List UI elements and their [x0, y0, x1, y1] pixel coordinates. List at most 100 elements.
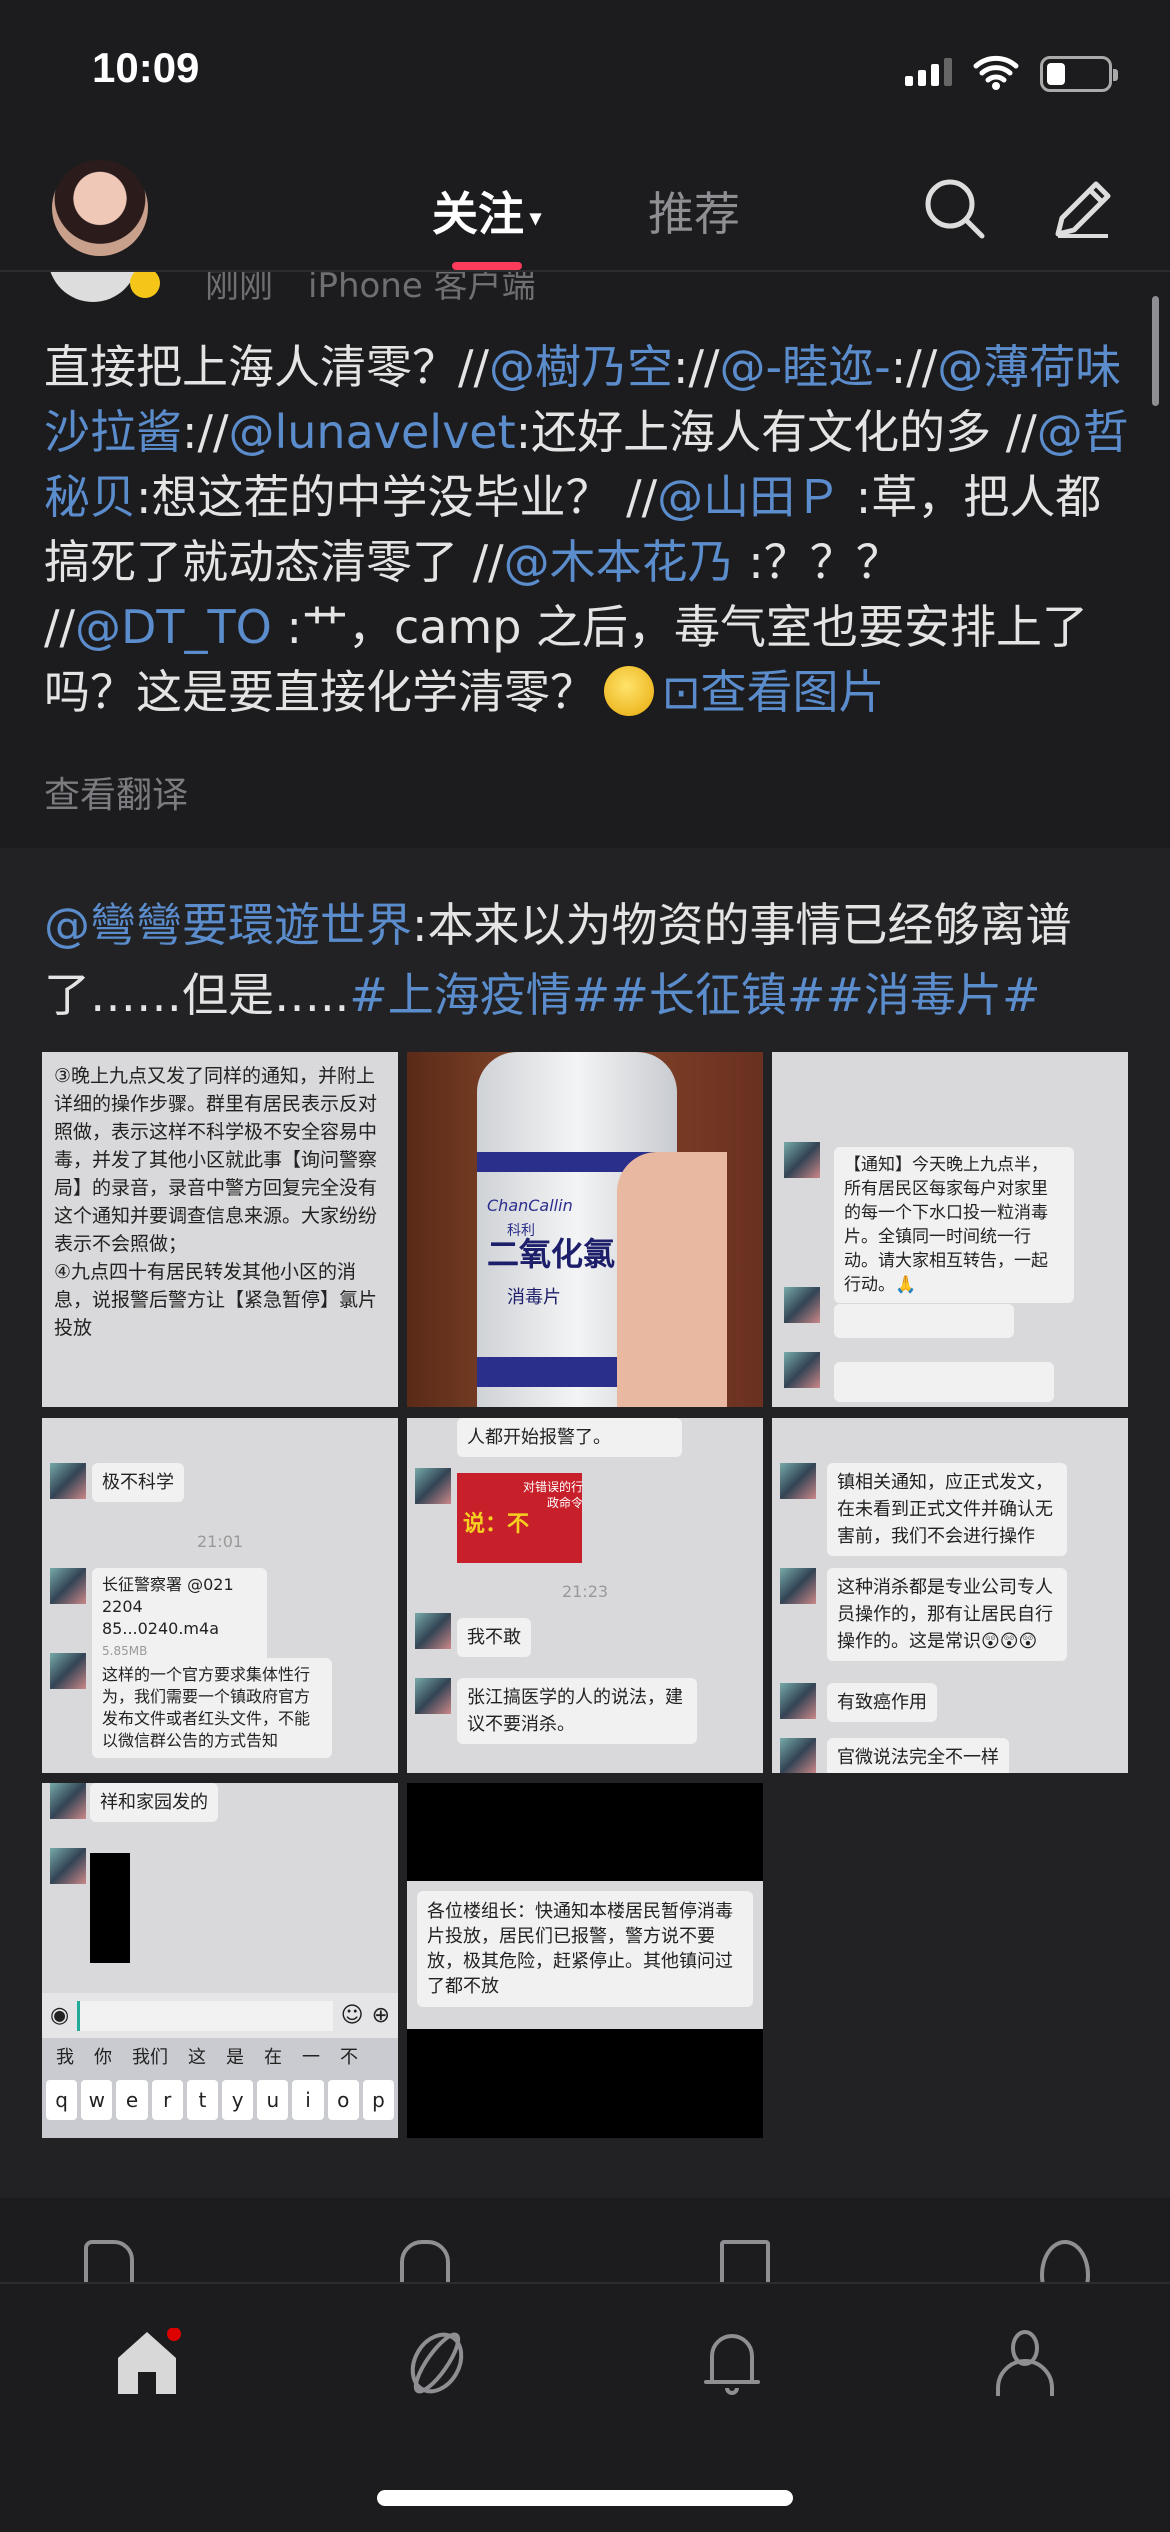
active-tab-indicator [452, 262, 522, 270]
mention-link[interactable]: @lunavelvet [229, 405, 516, 459]
mention-link[interactable]: @木本花乃 [504, 535, 734, 589]
keyboard: 我你我们这是在一不 qwertyuiop [42, 2038, 398, 2138]
tab-following-label: 关注 [432, 188, 524, 240]
tab-following[interactable]: 关注 ▾ [432, 178, 541, 244]
search-icon[interactable] [922, 176, 988, 242]
notice-text: 各位楼组长：快通知本楼居民暂停消毒片投放，居民们已报警，警方说不要放，极其危险，… [417, 1891, 753, 2007]
keyboard-key: e [116, 2080, 148, 2120]
mention-link[interactable]: @樹乃空 [489, 340, 673, 394]
bell-icon[interactable] [697, 2328, 767, 2398]
verified-badge-icon [130, 272, 160, 298]
top-nav: 关注 ▾ 推荐 [0, 140, 1170, 272]
keyboard-candidate: 一 [302, 2047, 320, 2068]
mention-link[interactable]: @彎彎要環遊世界 [44, 898, 412, 952]
chat-bubble: 我不敢 [457, 1618, 531, 1657]
keyboard-key: u [257, 2080, 289, 2120]
view-images-link[interactable]: ⊡查看图片 [662, 665, 885, 719]
chat-bubble: 祥和家园发的 [90, 1783, 218, 1822]
chat-bubble: 【通知】今天晚上九点半，所有居民区每家每户对家里的每一个下水口投一粒消毒片。全镇… [834, 1147, 1074, 1303]
signal-icon [905, 58, 952, 86]
chat-bubble: 有致癌作用 [827, 1683, 937, 1722]
repost-icon[interactable] [720, 2240, 770, 2282]
chat-bubble: 张江搞医学的人的说法，建议不要消杀。 [457, 1678, 697, 1744]
keyboard-candidate: 你 [94, 2047, 112, 2068]
keyboard-key: t [186, 2080, 219, 2120]
image-thumbnail[interactable]: ③晚上九点又发了同样的通知，并附上详细的操作步骤。群里有居民表示反对照做，表示这… [42, 1052, 398, 1407]
bottle-brand: ChanCallin [487, 1196, 573, 1215]
post-text: 直接把上海人清零？//@樹乃空://@-睦迩-://@薄荷味沙拉酱://@lun… [44, 335, 1134, 725]
image-thumbnail[interactable]: ChanCallin 科利 二氧化氯 消毒片 [407, 1052, 763, 1407]
keyboard-key: w [81, 2080, 113, 2120]
text-segment: :// [182, 405, 229, 459]
discover-icon[interactable] [402, 2328, 472, 2398]
post-time: 刚刚 [205, 272, 273, 302]
tab-recommended[interactable]: 推荐 [648, 178, 740, 244]
image-text: ？？？ [54, 1402, 386, 1407]
keyboard-key: p [362, 2080, 395, 2120]
chat-bubble: 这样的一个官方要求集体性行为，我们需要一个镇政府官方发布文件或者红头文件，不能以… [92, 1658, 332, 1758]
image-thumbnail[interactable]: 人都开始报警了。 对错误的行政命令 说：不 21:23 我不敢 张江搞医学的人的说… [407, 1418, 763, 1773]
image-thumbnail[interactable]: 祥和家园发的 ◉ ☺ ⊕ 我你我们这是在一不 qwertyuiop [42, 1783, 398, 2138]
mention-link[interactable]: @DT_TO [75, 600, 272, 654]
image-thumbnail[interactable]: 镇相关通知，应正式发文，在未看到正式文件并确认无害前，我们不会进行操作 这种消杀… [772, 1418, 1128, 1773]
image-text: ③晚上九点又发了同样的通知，并附上详细的操作步骤。群里有居民表示反对照做，表示这… [54, 1065, 378, 1255]
image-text: ④九点四十有居民转发其他小区的消息，说报警后警方让【紧急暂停】氯片投放 [54, 1261, 378, 1339]
scrollbar[interactable] [1152, 296, 1159, 406]
text-segment: :还好上海人有文化的多 // [515, 405, 1037, 459]
keyboard-key: y [222, 2080, 254, 2120]
text-segment: 直接把上海人清零？// [44, 340, 489, 394]
post-actions [0, 2230, 1170, 2282]
chat-bubble: 极不科学 [92, 1463, 184, 1502]
home-icon[interactable] [112, 2328, 182, 2398]
chat-bubble: 人都开始报警了。 [457, 1418, 682, 1457]
keyboard-key: r [151, 2080, 183, 2120]
keyboard-candidate: 我们 [132, 2047, 168, 2068]
sticker-image: 对错误的行政命令 说：不 [457, 1473, 583, 1563]
comment-icon[interactable] [400, 2240, 450, 2282]
text-segment: :// [673, 340, 720, 394]
author-avatar[interactable] [48, 272, 138, 302]
home-indicator[interactable] [377, 2490, 793, 2506]
chat-time: 21:23 [561, 1582, 609, 1601]
image-thumbnail[interactable]: 【通知】今天晚上九点半，所有居民区每家每户对家里的每一个下水口投一粒消毒片。全镇… [772, 1052, 1128, 1407]
battery-icon [1040, 56, 1118, 92]
chat-bubble: 这种消杀都是专业公司专人员操作的，那有让居民自行操作的。这是常识😲😲😲 [827, 1568, 1067, 1661]
mention-link[interactable]: @山田Ｐ [657, 470, 841, 524]
text-segment: :想这茬的中学没毕业？ // [136, 470, 658, 524]
user-avatar[interactable] [52, 160, 148, 256]
audio-file-name: 长征警察署 @021 2204 85...0240.m4a [102, 1575, 234, 1638]
chat-input-bar: ◉ ☺ ⊕ [42, 1993, 398, 2038]
keyboard-candidate: 在 [264, 2047, 282, 2068]
keyboard-key: o [327, 2080, 359, 2120]
translate-link[interactable]: 查看翻译 [44, 766, 188, 818]
text-segment: :// [890, 340, 938, 394]
profile-icon[interactable] [990, 2328, 1060, 2398]
edit-icon[interactable] [1050, 176, 1116, 242]
keyboard-candidate: 这 [188, 2047, 206, 2068]
retweeted-post[interactable]: @彎彎要環遊世界:本来以为物资的事情已经够离谱了……但是…..#上海疫情##长征… [0, 848, 1170, 2198]
bottle-name: 二氧化氯 [487, 1235, 616, 1273]
keyboard-candidate: 不 [340, 2047, 358, 2068]
mention-link[interactable]: @-睦迩- [720, 340, 891, 394]
mention-link[interactable]: #上海疫情##长征镇##消毒片# [349, 968, 1040, 1022]
image-thumbnail[interactable]: 各位楼组长：快通知本楼居民暂停消毒片投放，居民们已报警，警方说不要放，极其危险，… [407, 1783, 763, 2138]
keyboard-key: i [292, 2080, 324, 2120]
like-icon[interactable] [84, 2240, 134, 2282]
hand [617, 1152, 727, 1407]
chat-time: 21:01 [196, 1532, 244, 1551]
retweet-text: @彎彎要環遊世界:本来以为物资的事情已经够离谱了……但是…..#上海疫情##长征… [44, 890, 1134, 1030]
keyboard-key: q [46, 2080, 78, 2120]
chat-bubble: 镇相关通知，应正式发文，在未看到正式文件并确认无害前，我们不会进行操作 [827, 1463, 1067, 1556]
image-thumbnail[interactable]: 极不科学 21:01 长征警察署 @021 2204 85...0240.m4a… [42, 1418, 398, 1773]
keyboard-candidate: 我 [56, 2047, 74, 2068]
bottle-type: 消毒片 [507, 1287, 561, 1308]
notification-dot [167, 2328, 181, 2341]
wifi-icon [973, 55, 1019, 90]
post-source: iPhone 客户端 [308, 272, 536, 302]
share-icon[interactable] [1040, 2240, 1090, 2282]
emoji-icon [604, 666, 654, 716]
keyboard-candidate: 是 [226, 2047, 244, 2068]
post-meta: 刚刚 iPhone 客户端 [0, 272, 1170, 302]
chevron-down-icon: ▾ [530, 204, 542, 230]
status-time: 10:09 [92, 44, 200, 91]
